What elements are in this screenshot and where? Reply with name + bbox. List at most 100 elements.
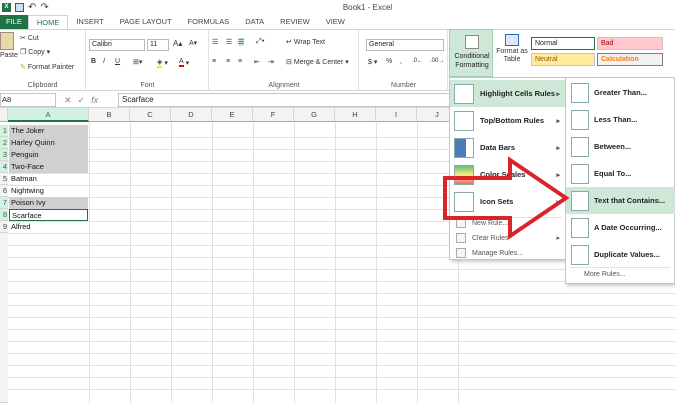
grow-font-button[interactable]: A▴ <box>173 39 182 48</box>
cell-a7[interactable]: Poison Ivy <box>9 197 88 209</box>
cell-a4[interactable]: Two-Face <box>9 161 88 173</box>
cell-a1[interactable]: The Joker <box>9 125 88 137</box>
bold-button[interactable]: B <box>91 58 96 65</box>
tab-formulas[interactable]: FORMULAS <box>180 15 238 29</box>
style-bad[interactable]: Bad <box>597 37 663 50</box>
fx-icon[interactable]: fx <box>91 95 98 105</box>
menu-less-than[interactable]: Less Than... <box>566 106 675 133</box>
row-header-3[interactable]: 3 <box>0 149 8 161</box>
font-size-select[interactable]: 11 <box>147 39 169 51</box>
menu-between[interactable]: Between... <box>566 133 675 160</box>
orientation-icon[interactable]: ⤢▾ <box>256 38 265 46</box>
style-calculation[interactable]: Calculation <box>597 53 663 66</box>
menu-color-scales[interactable]: Color Scales ▸ <box>450 161 566 188</box>
menu-new-rule[interactable]: New Rule... <box>450 216 566 230</box>
menu-text-that-contains[interactable]: Text that Contains... <box>566 187 675 214</box>
row-header-6[interactable]: 6 <box>0 185 8 197</box>
font-color-icon[interactable]: A ▾ <box>179 58 189 67</box>
tab-file[interactable]: FILE <box>0 15 28 29</box>
align-left-icon[interactable]: ≡ <box>212 58 216 65</box>
align-middle-icon[interactable]: ☰ <box>226 38 232 46</box>
fill-color-icon[interactable]: ◈ ▾ <box>157 58 168 68</box>
tab-view[interactable]: VIEW <box>318 15 353 29</box>
enter-icon[interactable]: ✓ <box>78 95 86 106</box>
tab-review[interactable]: REVIEW <box>272 15 318 29</box>
cell-a2[interactable]: Harley Quinn <box>9 137 88 149</box>
chevron-right-icon: ▸ <box>556 144 560 152</box>
increase-decimal-icon[interactable]: .0← <box>412 58 423 64</box>
row-header-8[interactable]: 8 <box>0 209 8 221</box>
menu-duplicate-values[interactable]: Duplicate Values... <box>566 241 675 268</box>
row-header-5[interactable]: 5 <box>0 173 8 185</box>
menu-greater-than[interactable]: Greater Than... <box>566 79 675 106</box>
underline-button[interactable]: U <box>115 58 120 65</box>
menu-clear-rules[interactable]: Clear Rules ▸ <box>450 231 566 245</box>
align-bottom-icon[interactable]: ☰ <box>238 38 245 46</box>
cell-a6[interactable]: Nightwing <box>9 185 88 197</box>
menu-date-occurring[interactable]: A Date Occurring... <box>566 214 675 241</box>
copy-button[interactable]: ❐ Copy ▾ <box>20 48 50 57</box>
row-header-9[interactable]: 9 <box>0 221 8 233</box>
column-header-d[interactable]: D <box>171 108 212 122</box>
eraser-icon <box>456 233 466 243</box>
column-header-b[interactable]: B <box>89 108 130 122</box>
greater-than-label: Greater Than... <box>594 88 647 97</box>
grid-line <box>8 329 675 330</box>
cell-a5[interactable]: Batman <box>9 173 88 185</box>
tab-page-layout[interactable]: PAGE LAYOUT <box>112 15 180 29</box>
row-header-2[interactable]: 2 <box>0 137 8 149</box>
menu-data-bars[interactable]: Data Bars ▸ <box>450 134 566 161</box>
grid-line <box>8 365 675 366</box>
column-header-i[interactable]: I <box>376 108 417 122</box>
conditional-formatting-button[interactable]: Conditional Formatting <box>449 29 493 77</box>
name-box[interactable]: A8 <box>0 93 56 107</box>
menu-icon-sets[interactable]: Icon Sets ▸ <box>450 188 566 215</box>
cell-a8[interactable]: Scarface <box>9 209 88 221</box>
shrink-font-button[interactable]: A▾ <box>189 39 197 47</box>
column-header-c[interactable]: C <box>130 108 171 122</box>
align-right-icon[interactable]: ≡ <box>238 58 242 65</box>
number-format-select[interactable]: General <box>366 39 444 51</box>
style-normal[interactable]: Normal <box>531 37 595 50</box>
increase-indent-icon[interactable]: ⇥ <box>268 58 274 66</box>
row-header-4[interactable]: 4 <box>0 161 8 173</box>
borders-icon[interactable]: ⊞▾ <box>133 58 142 66</box>
cut-button[interactable]: ✂ Cut <box>20 34 39 43</box>
paste-button[interactable]: Paste <box>0 32 18 59</box>
tab-data[interactable]: DATA <box>237 15 272 29</box>
decrease-indent-icon[interactable]: ⇤ <box>254 58 260 66</box>
currency-button[interactable]: $ ▾ <box>368 58 377 67</box>
decrease-decimal-icon[interactable]: .00→ <box>430 58 444 64</box>
merge-center-button[interactable]: ⊟ Merge & Center ▾ <box>286 58 349 67</box>
column-header-f[interactable]: F <box>253 108 294 122</box>
conditional-formatting-label: Conditional Formatting <box>454 53 490 69</box>
cancel-icon[interactable]: ✕ <box>64 95 72 106</box>
column-header-e[interactable]: E <box>212 108 253 122</box>
menu-highlight-cells-rules[interactable]: Highlight Cells Rules ▸ <box>450 80 566 107</box>
data-bars-icon <box>454 137 474 158</box>
column-header-h[interactable]: H <box>335 108 376 122</box>
format-as-table-button[interactable]: Format as Table <box>495 34 529 64</box>
cell-a9[interactable]: Alfred <box>9 221 88 233</box>
percent-button[interactable]: % <box>386 58 392 65</box>
row-header-1[interactable]: 1 <box>0 125 8 137</box>
format-painter-button[interactable]: ✎ Format Painter <box>20 63 74 72</box>
comma-button[interactable]: , <box>400 58 402 65</box>
row-header-7[interactable]: 7 <box>0 197 8 209</box>
menu-manage-rules[interactable]: Manage Rules... <box>450 246 566 260</box>
menu-top-bottom-rules[interactable]: Top/Bottom Rules ▸ <box>450 107 566 134</box>
cell-a3[interactable]: Penguin <box>9 149 88 161</box>
font-name-select[interactable]: Calibri <box>89 39 145 51</box>
align-center-icon[interactable]: ≡ <box>226 58 230 65</box>
menu-more-rules[interactable]: More Rules... <box>566 268 675 282</box>
menu-equal-to[interactable]: Equal To... <box>566 160 675 187</box>
column-header-a[interactable]: A <box>8 108 89 122</box>
style-neutral[interactable]: Neutral <box>531 53 595 66</box>
wrap-text-button[interactable]: ↵ Wrap Text <box>286 38 325 47</box>
italic-button[interactable]: I <box>103 58 105 65</box>
select-all-corner[interactable] <box>0 108 8 122</box>
align-top-icon[interactable]: ☰ <box>212 38 218 46</box>
column-header-g[interactable]: G <box>294 108 335 122</box>
tab-insert[interactable]: INSERT <box>68 15 111 29</box>
tab-home[interactable]: HOME <box>27 15 69 29</box>
